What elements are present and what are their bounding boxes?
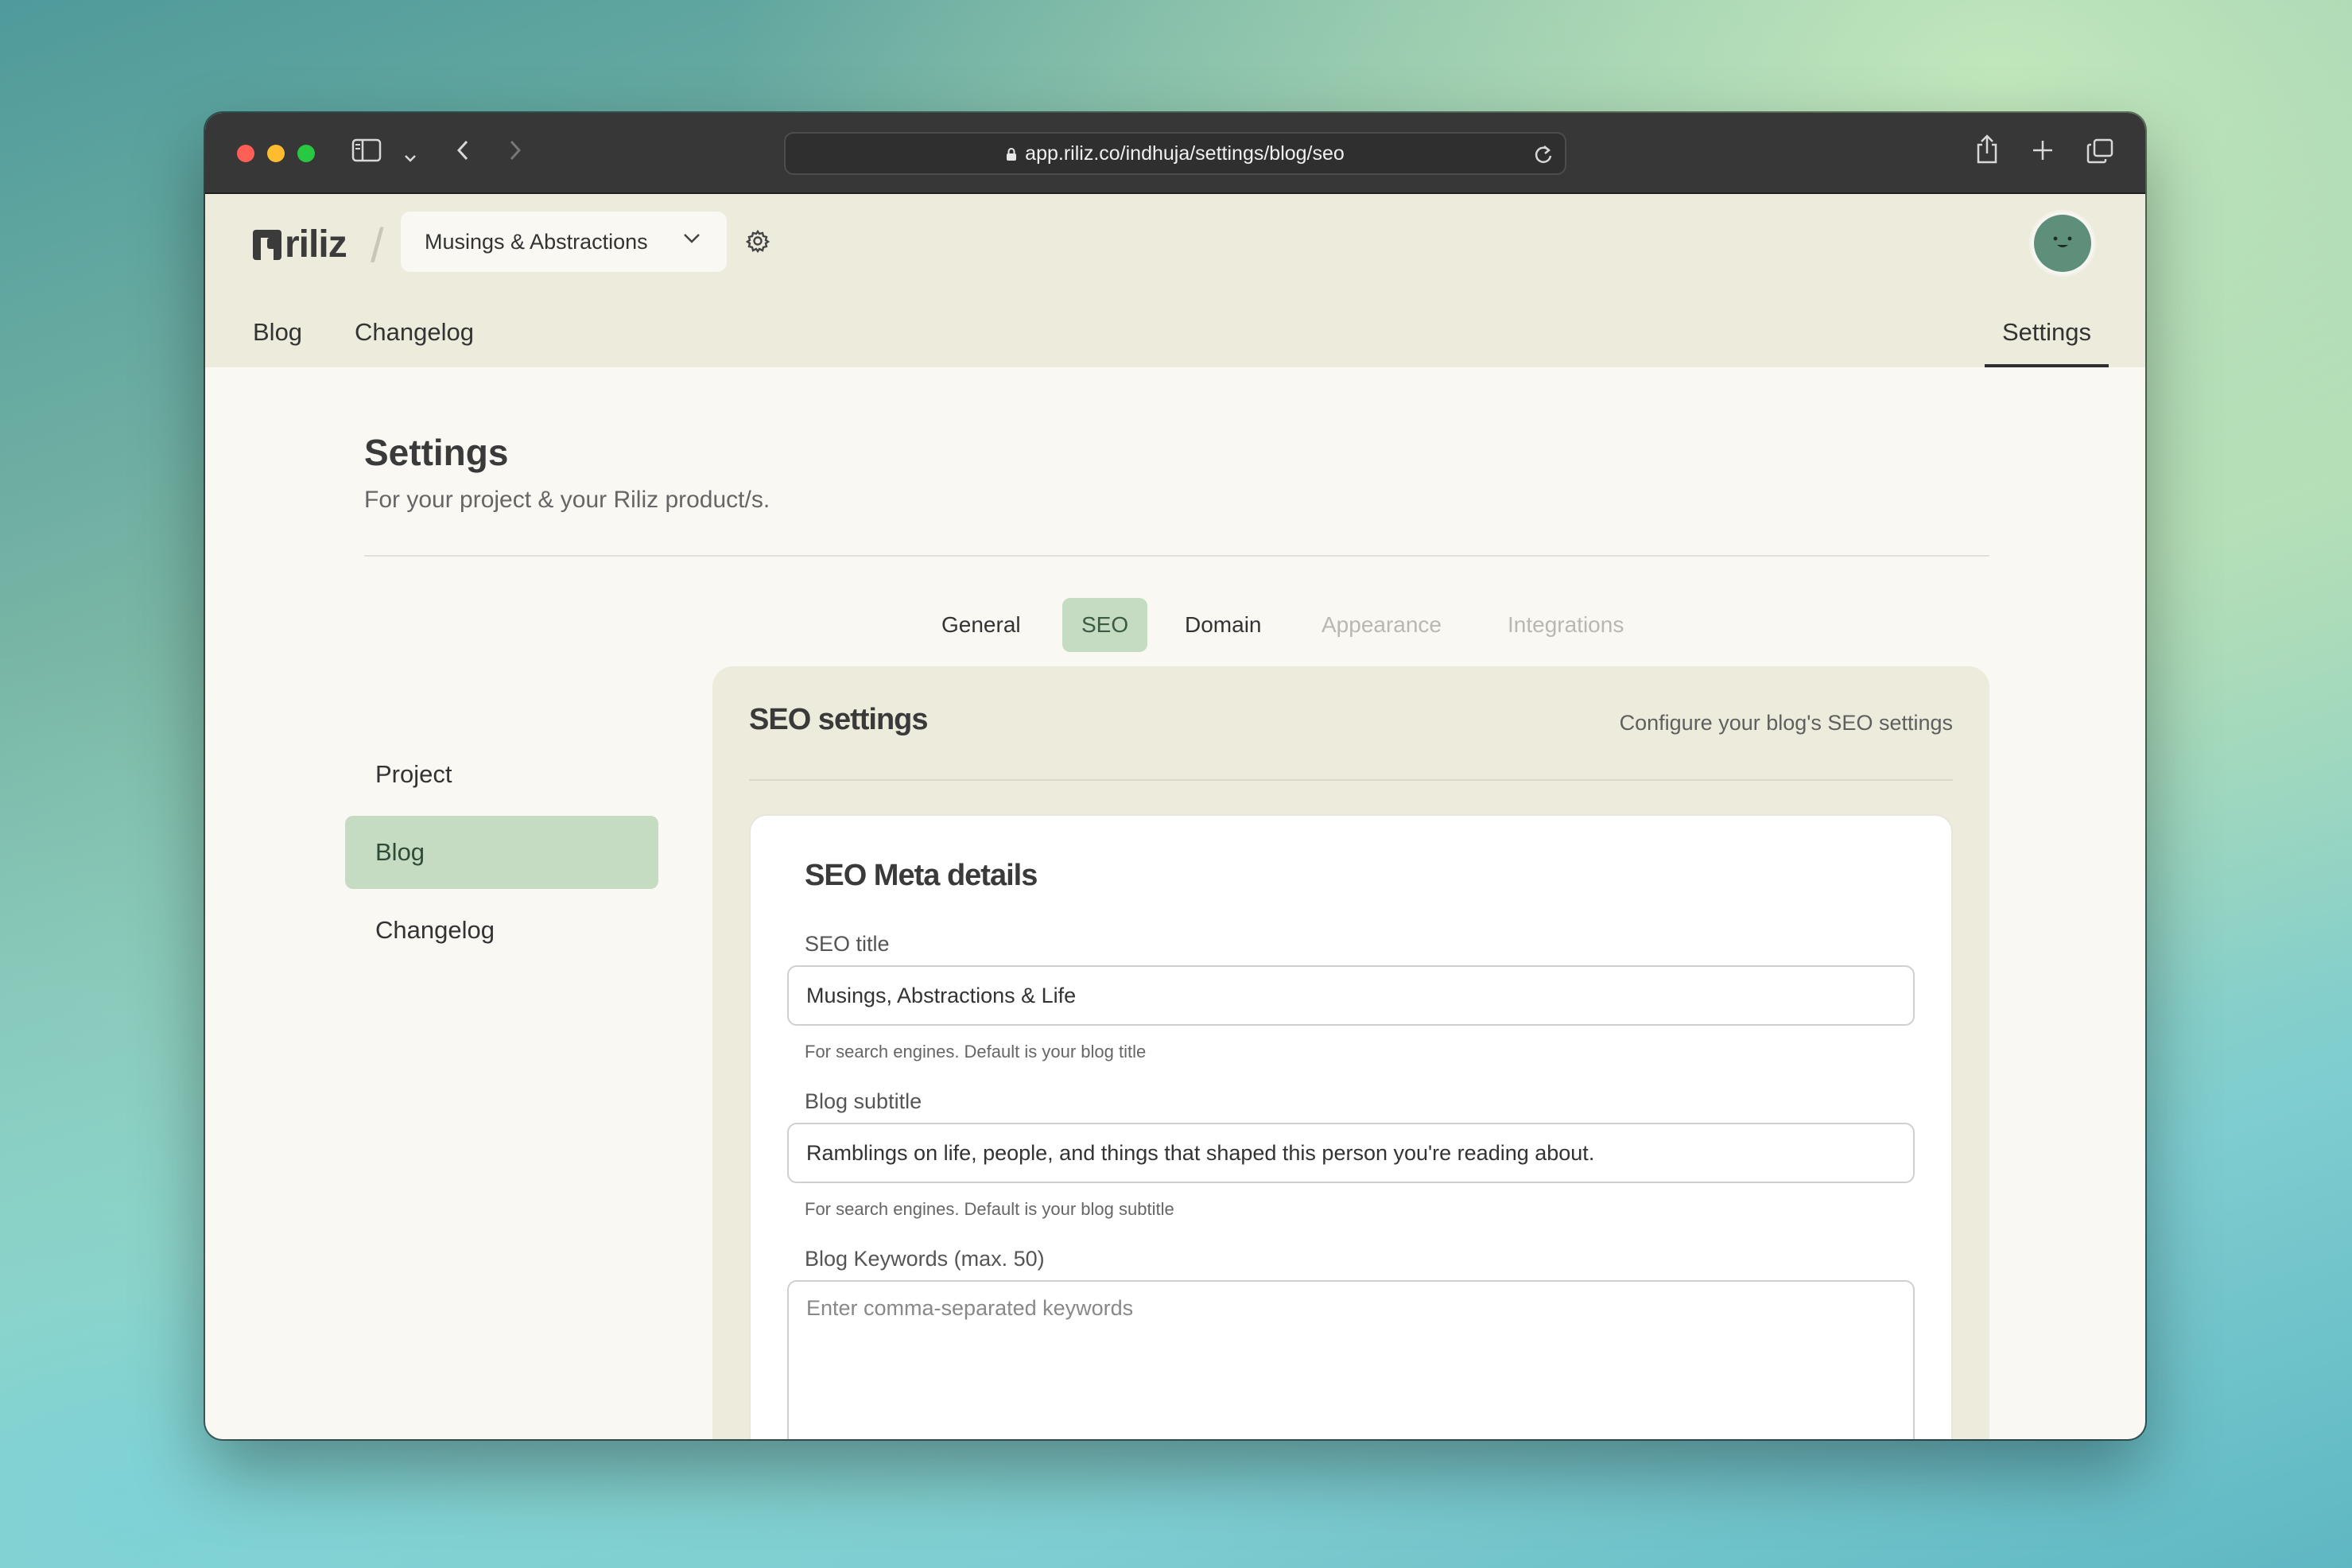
- tab-appearance[interactable]: Appearance: [1302, 598, 1461, 652]
- seo-title-label: SEO title: [805, 932, 890, 956]
- tab-overview-icon[interactable]: [2086, 138, 2113, 171]
- minimize-window-button[interactable]: [267, 145, 285, 162]
- section-divider: [364, 555, 1989, 557]
- sidebar-item-label: Project: [375, 760, 452, 788]
- chevron-down-icon: [684, 234, 700, 243]
- browser-toolbar: app.riliz.co/indhuja/settings/blog/seo: [205, 113, 2145, 194]
- tab-seo[interactable]: SEO: [1062, 598, 1148, 652]
- sidebar-item-project[interactable]: Project: [345, 738, 658, 811]
- nav-tab-changelog[interactable]: Changelog: [355, 318, 474, 347]
- tab-integrations[interactable]: Integrations: [1488, 598, 1643, 652]
- nav-tab-settings[interactable]: Settings: [1984, 318, 2109, 367]
- lock-icon: [1007, 148, 1017, 161]
- sidebar-item-changelog[interactable]: Changelog: [345, 894, 658, 967]
- logo-text: riliz: [285, 223, 347, 266]
- blog-subtitle-help: For search engines. Default is your blog…: [805, 1199, 1174, 1219]
- panel-divider: [749, 779, 1953, 781]
- page-title: Settings: [364, 432, 509, 473]
- card-title: SEO Meta details: [805, 859, 1038, 892]
- share-icon[interactable]: [1975, 134, 1999, 173]
- project-selector[interactable]: Musings & Abstractions: [401, 212, 727, 272]
- sidebar-toggle-icon[interactable]: [351, 138, 382, 169]
- app-header: riliz / Musings & Abstractions Blog Chan…: [205, 194, 2145, 367]
- logo-mark-icon: [253, 229, 281, 260]
- gear-icon[interactable]: [746, 229, 770, 253]
- seo-meta-card: SEO Meta details SEO title For search en…: [749, 814, 1953, 1439]
- riliz-logo[interactable]: riliz: [253, 223, 347, 266]
- new-tab-icon[interactable]: [2031, 138, 2055, 169]
- url-text: app.riliz.co/indhuja/settings/blog/seo: [1025, 142, 1345, 165]
- blog-keywords-textarea[interactable]: [787, 1280, 1915, 1439]
- seo-title-help: For search engines. Default is your blog…: [805, 1042, 1147, 1062]
- user-avatar[interactable]: [2029, 210, 2096, 277]
- blog-subtitle-input[interactable]: [787, 1123, 1915, 1183]
- sidebar-item-label: Blog: [375, 838, 425, 866]
- close-window-button[interactable]: [237, 145, 254, 162]
- tab-general[interactable]: General: [922, 598, 1040, 652]
- panel-description: Configure your blog's SEO settings: [1619, 711, 1953, 735]
- address-bar[interactable]: app.riliz.co/indhuja/settings/blog/seo: [784, 132, 1566, 175]
- chevron-down-icon[interactable]: [404, 142, 417, 170]
- back-icon[interactable]: [455, 138, 471, 169]
- page-subtitle: For your project & your Riliz product/s.: [364, 487, 770, 513]
- browser-window: app.riliz.co/indhuja/settings/blog/seo r…: [205, 113, 2145, 1439]
- sidebar-item-label: Changelog: [375, 916, 495, 944]
- breadcrumb-separator: /: [371, 219, 384, 272]
- panel-title: SEO settings: [749, 703, 928, 736]
- sidebar-item-blog[interactable]: Blog: [345, 816, 658, 889]
- project-name: Musings & Abstractions: [425, 229, 648, 254]
- seo-settings-panel: SEO settings Configure your blog's SEO s…: [712, 666, 1989, 1439]
- zoom-window-button[interactable]: [297, 145, 315, 162]
- seo-title-input[interactable]: [787, 965, 1915, 1026]
- nav-tab-blog[interactable]: Blog: [253, 318, 302, 347]
- avatar-face-icon: [2034, 215, 2091, 272]
- reload-icon[interactable]: [1533, 143, 1554, 165]
- tab-domain[interactable]: Domain: [1166, 598, 1280, 652]
- blog-keywords-label: Blog Keywords (max. 50): [805, 1247, 1045, 1271]
- blog-subtitle-label: Blog subtitle: [805, 1089, 922, 1113]
- forward-icon[interactable]: [507, 138, 523, 169]
